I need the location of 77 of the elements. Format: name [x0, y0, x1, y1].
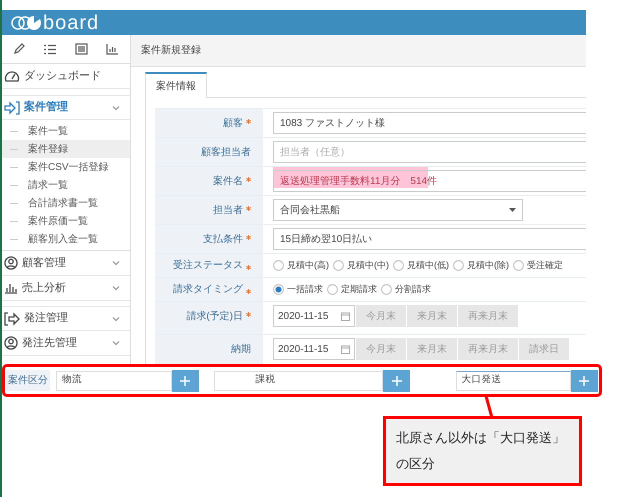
bar-chart-icon — [4, 282, 18, 294]
logo-text: board — [43, 12, 100, 32]
radio-icon — [381, 284, 392, 295]
calendar-icon — [341, 312, 350, 320]
logo-icon — [10, 14, 42, 30]
radio-icon — [333, 260, 344, 271]
plus-icon — [392, 376, 402, 386]
date-field[interactable]: 2020-11-15 — [273, 338, 355, 360]
submenu-item[interactable]: 請求一覧 — [2, 176, 130, 194]
chevron-icon — [112, 316, 120, 322]
radio-option[interactable]: 分割請求 — [381, 282, 431, 296]
radio-icon — [393, 260, 404, 271]
radio-icon — [273, 284, 284, 295]
field-label: 支払条件 — [203, 232, 243, 247]
radio-option[interactable]: 見積中(除) — [453, 258, 509, 272]
field-label: 顧客 — [223, 116, 243, 131]
user-icon — [4, 336, 18, 350]
text-field[interactable]: 返送処理管理手数料11月分 514件 — [273, 170, 586, 192]
plus-icon — [180, 376, 190, 386]
field-label: 受注ステータス — [173, 258, 243, 273]
arrow-in-icon — [4, 100, 20, 114]
callout-text: 北原さん以外は「大口発送」の区分 — [396, 429, 566, 473]
radio-option[interactable]: 見積中(低) — [393, 258, 449, 272]
user-icon — [4, 256, 18, 270]
text-field[interactable]: 物流 — [56, 370, 172, 390]
field-label: 顧客担当者 — [201, 146, 251, 160]
date-field[interactable]: 2020-11-15 — [273, 305, 355, 327]
add-button[interactable] — [570, 370, 598, 392]
radio-option[interactable]: 一括請求 — [273, 282, 323, 296]
submenu-item[interactable]: 合計請求書一覧 — [2, 194, 130, 212]
pencil-icon[interactable] — [13, 43, 26, 55]
radio-option[interactable]: 受注確定 — [513, 258, 563, 272]
add-button[interactable] — [383, 370, 410, 392]
caret-icon — [509, 208, 516, 212]
sidebar-item[interactable]: 発注管理 — [2, 306, 130, 331]
document-list-icon[interactable] — [74, 43, 88, 55]
field-label: 案件区分 — [6, 370, 50, 391]
radio-icon — [327, 284, 338, 295]
radio-icon — [273, 260, 284, 271]
text-field[interactable]: 1083 ファストノット様 — [273, 112, 586, 134]
field-label: 案件名 — [213, 174, 243, 189]
radio-icon — [513, 260, 524, 271]
sidebar-item[interactable]: 発注先管理 — [2, 331, 130, 356]
field-label: 担当者 — [213, 204, 243, 218]
field-label: 納期 — [231, 342, 251, 357]
add-button[interactable] — [172, 370, 199, 392]
sidebar-item[interactable]: ダッシュボード — [2, 64, 130, 89]
submenu-item[interactable]: 顧客別入金一覧 — [2, 230, 130, 248]
chevron-icon — [112, 285, 120, 291]
plus-icon — [579, 376, 590, 386]
gauge-icon — [4, 69, 20, 83]
text-field[interactable]: 大口発送 — [456, 370, 571, 390]
chevron-icon — [112, 340, 120, 346]
bar-chart-icon[interactable] — [106, 43, 119, 55]
chevron-icon — [112, 104, 120, 110]
submenu-item[interactable]: 案件原価一覧 — [2, 212, 130, 230]
radio-icon — [453, 260, 464, 271]
field-label: 請求タイミング — [173, 282, 243, 297]
arrow-right-icon — [4, 312, 20, 326]
sidebar-item[interactable]: 顧客管理 — [2, 251, 130, 276]
field-label: 請求(予定)日 — [186, 310, 243, 324]
radio-option[interactable]: 定期請求 — [327, 282, 377, 296]
page-title: 案件新規登録 — [141, 44, 201, 58]
sidebar-item[interactable]: 売上分析 — [2, 276, 130, 301]
calendar-icon — [341, 344, 350, 354]
submenu-item[interactable]: 案件CSV一括登録 — [2, 158, 130, 176]
list-icon[interactable] — [43, 44, 56, 54]
submenu-item[interactable]: 案件登録 — [2, 140, 130, 158]
select-field[interactable]: 合同会社黒船 — [273, 199, 523, 221]
text-field[interactable]: 課税 — [214, 370, 384, 390]
submenu-item[interactable]: 案件一覧 — [2, 122, 130, 140]
radio-option[interactable]: 見積中(高) — [273, 258, 329, 272]
text-field[interactable]: 15日締め翌10日払い — [273, 228, 586, 250]
chevron-icon — [112, 260, 120, 266]
radio-option[interactable]: 見積中(中) — [333, 258, 389, 272]
sidebar-item[interactable]: 案件管理 — [2, 95, 130, 120]
tab[interactable]: 案件情報 — [145, 72, 207, 98]
